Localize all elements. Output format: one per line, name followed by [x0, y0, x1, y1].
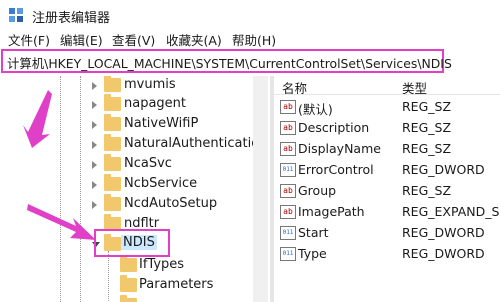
- value-type: REG_SZ: [402, 120, 452, 135]
- value-name: Group: [298, 183, 337, 198]
- folder-icon: [104, 194, 121, 211]
- menu-file[interactable]: 文件(F): [8, 30, 50, 49]
- values-list[interactable]: 名称 类型 ab (默认) REG_SZ ab Description REG_…: [274, 76, 500, 302]
- annotation-arrow-icon: [23, 90, 52, 148]
- value-row[interactable]: ab Description REG_SZ: [274, 118, 500, 138]
- value-row[interactable]: ab Group REG_SZ: [274, 181, 500, 201]
- expand-arrow-icon[interactable]: [92, 181, 97, 189]
- string-value-icon: ab: [280, 142, 296, 156]
- tree-guide-line: [80, 76, 81, 302]
- tree-item-ncdautosetup[interactable]: NcdAutoSetup: [92, 194, 252, 215]
- string-value-icon: ab: [280, 121, 296, 135]
- menu-edit[interactable]: 编辑(E): [60, 30, 103, 49]
- tree-item-napagent[interactable]: napagent: [92, 94, 252, 115]
- folder-icon: [104, 134, 121, 151]
- address-bar[interactable]: 计算机\HKEY_LOCAL_MACHINE\SYSTEM\CurrentCon…: [1, 49, 452, 73]
- binary-value-icon: 011: [280, 226, 296, 240]
- tree-item-ncasvc[interactable]: NcaSvc: [92, 154, 252, 175]
- address-path: 计算机\HKEY_LOCAL_MACHINE\SYSTEM\CurrentCon…: [7, 56, 452, 71]
- tree-item-label: NcaSvc: [124, 156, 172, 171]
- value-row[interactable]: ab ImagePath REG_EXPAND_SZ: [274, 202, 500, 222]
- tree-guide-line: [108, 251, 109, 302]
- tree-item-label: NaturalAuthentication: [124, 136, 268, 151]
- value-row[interactable]: 011 ErrorControl REG_DWORD: [274, 160, 500, 180]
- header-divider: [274, 94, 500, 95]
- tree-item-label: napagent: [124, 96, 187, 111]
- menu-favorites[interactable]: 收藏夹(A): [166, 30, 222, 49]
- string-value-icon: ab: [280, 205, 296, 219]
- value-row[interactable]: ab DisplayName REG_SZ: [274, 139, 500, 159]
- value-type: REG_SZ: [402, 183, 452, 198]
- expand-arrow-icon[interactable]: [92, 141, 97, 149]
- folder-icon: [120, 275, 137, 292]
- folder-icon: [104, 114, 121, 131]
- window-title: 注册表编辑器: [32, 11, 111, 26]
- tree-item-label: mvumis: [124, 77, 176, 92]
- tree-item-ncbservice[interactable]: NcbService: [92, 174, 252, 195]
- value-type: REG_DWORD: [402, 246, 485, 261]
- value-row[interactable]: 011 Type REG_DWORD: [274, 244, 500, 264]
- value-name: Description: [298, 120, 370, 135]
- tree-item-label: NcdAutoSetup: [124, 196, 218, 211]
- value-type: REG_SZ: [402, 141, 452, 156]
- tree-scrollbar[interactable]: [253, 76, 268, 302]
- annotation-arrow-icon: [27, 204, 96, 240]
- value-name: Start: [298, 225, 329, 240]
- expand-arrow-icon[interactable]: [92, 121, 97, 129]
- value-name: Type: [298, 246, 327, 261]
- value-row[interactable]: ab (默认) REG_SZ: [274, 97, 500, 117]
- tree-guide-line: [60, 76, 61, 302]
- tree-item-label: IfTypes: [139, 257, 185, 272]
- folder-icon: [120, 255, 137, 272]
- title-bar: 注册表编辑器: [0, 0, 500, 30]
- value-name: (默认): [298, 102, 333, 117]
- expand-arrow-icon[interactable]: [92, 101, 97, 109]
- menu-view[interactable]: 查看(V): [112, 30, 155, 49]
- folder-icon: [120, 295, 137, 302]
- tree-item-ndis-label[interactable]: NDIS: [121, 235, 157, 250]
- expand-arrow-icon[interactable]: [92, 82, 97, 90]
- tree-item-nativewifip[interactable]: NativeWifiP: [92, 114, 252, 135]
- tree-item-partial[interactable]: [112, 295, 252, 302]
- registry-editor-icon: [9, 8, 23, 22]
- binary-value-icon: 011: [280, 247, 296, 261]
- menu-bar: 文件(F) 编辑(E) 查看(V) 收藏夹(A) 帮助(H): [0, 30, 500, 48]
- value-row[interactable]: 011 Start REG_DWORD: [274, 223, 500, 243]
- expand-arrow-icon[interactable]: [92, 161, 97, 169]
- menu-help[interactable]: 帮助(H): [232, 30, 276, 49]
- value-type: REG_DWORD: [402, 225, 485, 240]
- tree-item-mvumis[interactable]: mvumis: [92, 76, 252, 96]
- tree-item-iftypes[interactable]: IfTypes: [112, 255, 252, 276]
- value-name: DisplayName: [298, 141, 381, 156]
- folder-icon: [104, 94, 121, 111]
- value-type: REG_DWORD: [402, 162, 485, 177]
- value-type: REG_SZ: [402, 99, 452, 114]
- tree-item-label: Parameters: [139, 277, 214, 292]
- folder-icon: [104, 174, 121, 191]
- folder-icon: [104, 76, 121, 92]
- tree-item-label: NativeWifiP: [124, 116, 199, 131]
- tree-item-parameters[interactable]: Parameters: [112, 275, 252, 296]
- string-value-icon: ab: [280, 184, 296, 198]
- tree-item-label: NcbService: [124, 176, 198, 191]
- string-value-icon: ab: [280, 100, 296, 114]
- binary-value-icon: 011: [280, 163, 296, 177]
- tree-item-naturalauthentication[interactable]: NaturalAuthentication: [92, 134, 267, 155]
- value-type: REG_EXPAND_SZ: [402, 204, 500, 219]
- value-name: ImagePath: [298, 204, 365, 219]
- folder-icon: [104, 154, 121, 171]
- value-name: ErrorControl: [298, 162, 374, 177]
